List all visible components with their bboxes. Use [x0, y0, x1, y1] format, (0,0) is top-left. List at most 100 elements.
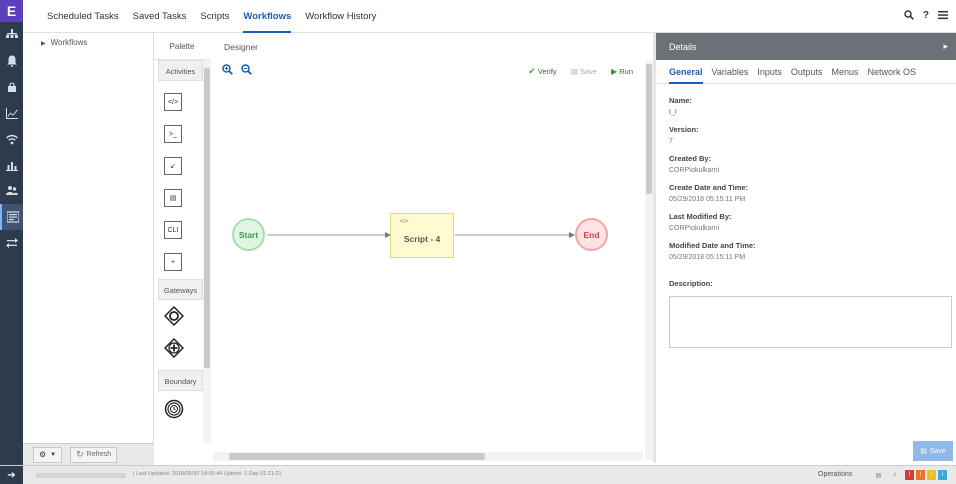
version-value: 7	[669, 138, 673, 145]
add-activity-icon[interactable]: +	[164, 253, 182, 271]
top-tab-bar: Scheduled Tasks Saved Tasks Scripts Work…	[23, 0, 956, 33]
refresh-button[interactable]: ↻ Refresh	[70, 446, 118, 463]
users-icon[interactable]	[0, 178, 23, 204]
cli-activity-icon[interactable]: CLI	[164, 221, 182, 239]
scrollbar-thumb[interactable]	[204, 68, 210, 368]
info-alarm-icon[interactable]: i	[938, 470, 947, 480]
details-save-button[interactable]: ▤ Save	[913, 441, 953, 461]
last-modified-by-label: Last Modified By:	[669, 212, 732, 221]
tasks-icon[interactable]	[0, 204, 23, 230]
refresh-label: Refresh	[86, 451, 112, 458]
app-logo[interactable]: E	[0, 0, 23, 22]
bell-status-icon[interactable]: ♫	[890, 470, 899, 480]
settings-menu-button[interactable]: ⚙ ▼	[33, 446, 63, 463]
tab-palette[interactable]: Palette	[154, 33, 210, 60]
name-value: t_t	[669, 109, 677, 116]
workflow-activity-icon[interactable]: ↙	[164, 157, 182, 175]
palette-scrollbar[interactable]	[203, 60, 211, 443]
created-by-value: CORP\okulkarni	[669, 167, 720, 174]
tab-general[interactable]: General	[669, 60, 703, 84]
tab-outputs[interactable]: Outputs	[791, 60, 823, 84]
end-event[interactable]: End	[575, 218, 608, 251]
clipboard-icon[interactable]: ▤	[874, 470, 883, 480]
left-nav-rail: E	[0, 0, 23, 484]
start-event[interactable]: Start	[232, 218, 265, 251]
tab-saved-tasks[interactable]: Saved Tasks	[133, 0, 187, 33]
details-header: Details ▸	[656, 33, 956, 60]
save-button[interactable]: ▤ Save	[571, 67, 597, 76]
wifi-icon[interactable]	[0, 126, 23, 152]
chevron-down-icon: ▼	[50, 451, 57, 458]
zoom-in-icon[interactable]	[222, 64, 233, 78]
tab-workflows[interactable]: Workflows	[243, 0, 292, 33]
play-icon: ▶	[610, 66, 618, 76]
description-field[interactable]	[669, 296, 952, 348]
script-task-label: Script - 4	[403, 234, 441, 244]
verify-button[interactable]: ✔ Verify	[528, 66, 556, 77]
gateway-circle-icon[interactable]	[163, 305, 185, 327]
operations-link[interactable]: Operations	[818, 471, 852, 478]
details-save-label: Save	[929, 447, 946, 455]
tab-scheduled-tasks[interactable]: Scheduled Tasks	[47, 0, 119, 33]
run-button[interactable]: ▶ Run	[611, 67, 633, 76]
save-label: Save	[579, 66, 597, 76]
script-activity-icon[interactable]: </>	[164, 93, 182, 111]
script-task[interactable]: </> Script - 4	[390, 213, 454, 258]
critical-alarm-icon[interactable]: !	[905, 470, 914, 480]
terminal-activity-icon[interactable]: >_	[164, 125, 182, 143]
designer-vertical-scrollbar[interactable]	[645, 60, 653, 460]
gear-icon: ⚙	[39, 450, 47, 459]
designer-actions: ✔ Verify ▤ Save ▶ Run	[528, 66, 643, 77]
menu-icon[interactable]	[938, 10, 948, 23]
expand-arrow-icon[interactable]: ➔	[0, 466, 23, 484]
designer-toolbar: ✔ Verify ▤ Save ▶ Run	[213, 60, 643, 82]
exchange-icon[interactable]	[0, 230, 23, 256]
status-text: | Last Updated: 2018/05/30 14:06:44 Upti…	[133, 471, 282, 477]
designer-horizontal-scrollbar[interactable]	[213, 452, 643, 461]
name-label: Name:	[669, 96, 692, 105]
lock-icon[interactable]	[0, 74, 23, 100]
tab-network-os[interactable]: Network OS	[867, 60, 916, 84]
document-activity-icon[interactable]: ▤	[164, 189, 182, 207]
modified-date-label: Modified Date and Time:	[669, 241, 756, 250]
line-chart-icon[interactable]	[0, 100, 23, 126]
designer-canvas[interactable]: Start </> Script - 4 End	[213, 82, 643, 452]
boundary-timer-icon[interactable]	[164, 399, 184, 419]
workflow-tree: ▶ Workflows	[23, 33, 154, 443]
panel-splitter[interactable]	[653, 33, 656, 463]
caret-right-icon[interactable]: ▶	[41, 41, 46, 47]
tree-node-workflows[interactable]: ▶ Workflows	[23, 33, 153, 47]
tab-menus[interactable]: Menus	[831, 60, 858, 84]
collapse-right-icon[interactable]: ▸	[943, 41, 948, 52]
verify-label: Verify	[537, 66, 557, 76]
check-icon: ✔	[528, 65, 536, 76]
palette-section-gateways[interactable]: Gateways	[158, 279, 203, 300]
zoom-out-icon[interactable]	[241, 64, 252, 78]
tab-scripts[interactable]: Scripts	[200, 0, 229, 33]
minor-alarm-icon[interactable]: !	[927, 470, 936, 480]
created-by-label: Created By:	[669, 154, 712, 163]
tree-toolbar: ⚙ ▼ ↻ Refresh	[23, 443, 154, 465]
help-icon[interactable]: ?	[923, 10, 929, 23]
tab-workflow-history[interactable]: Workflow History	[305, 0, 376, 33]
scrollbar-thumb[interactable]	[229, 453, 485, 460]
status-bar: ➔ | Last Updated: 2018/05/30 14:06:44 Up…	[0, 465, 956, 484]
tab-designer[interactable]: Designer	[213, 33, 653, 60]
bell-icon[interactable]	[0, 48, 23, 74]
tab-inputs[interactable]: Inputs	[757, 60, 782, 84]
details-tab-bar: General Variables Inputs Outputs Menus N…	[656, 60, 956, 84]
network-icon[interactable]	[0, 22, 23, 48]
palette-section-boundary[interactable]: Boundary	[158, 370, 203, 391]
tab-variables[interactable]: Variables	[712, 60, 749, 84]
run-label: Run	[619, 66, 633, 76]
gateway-plus-icon[interactable]	[163, 337, 185, 359]
bar-chart-icon[interactable]	[0, 152, 23, 178]
create-date-value: 05/29/2018 05:15:11 PM	[669, 196, 746, 203]
last-modified-by-value: CORP\okulkarni	[669, 225, 720, 232]
version-label: Version:	[669, 125, 699, 134]
palette-section-activities[interactable]: Activities	[158, 60, 203, 81]
modified-date-value: 05/29/2018 05:15:11 PM	[669, 254, 746, 261]
major-alarm-icon[interactable]: !	[916, 470, 925, 480]
scrollbar-thumb[interactable]	[646, 64, 652, 194]
search-icon[interactable]	[904, 10, 914, 23]
